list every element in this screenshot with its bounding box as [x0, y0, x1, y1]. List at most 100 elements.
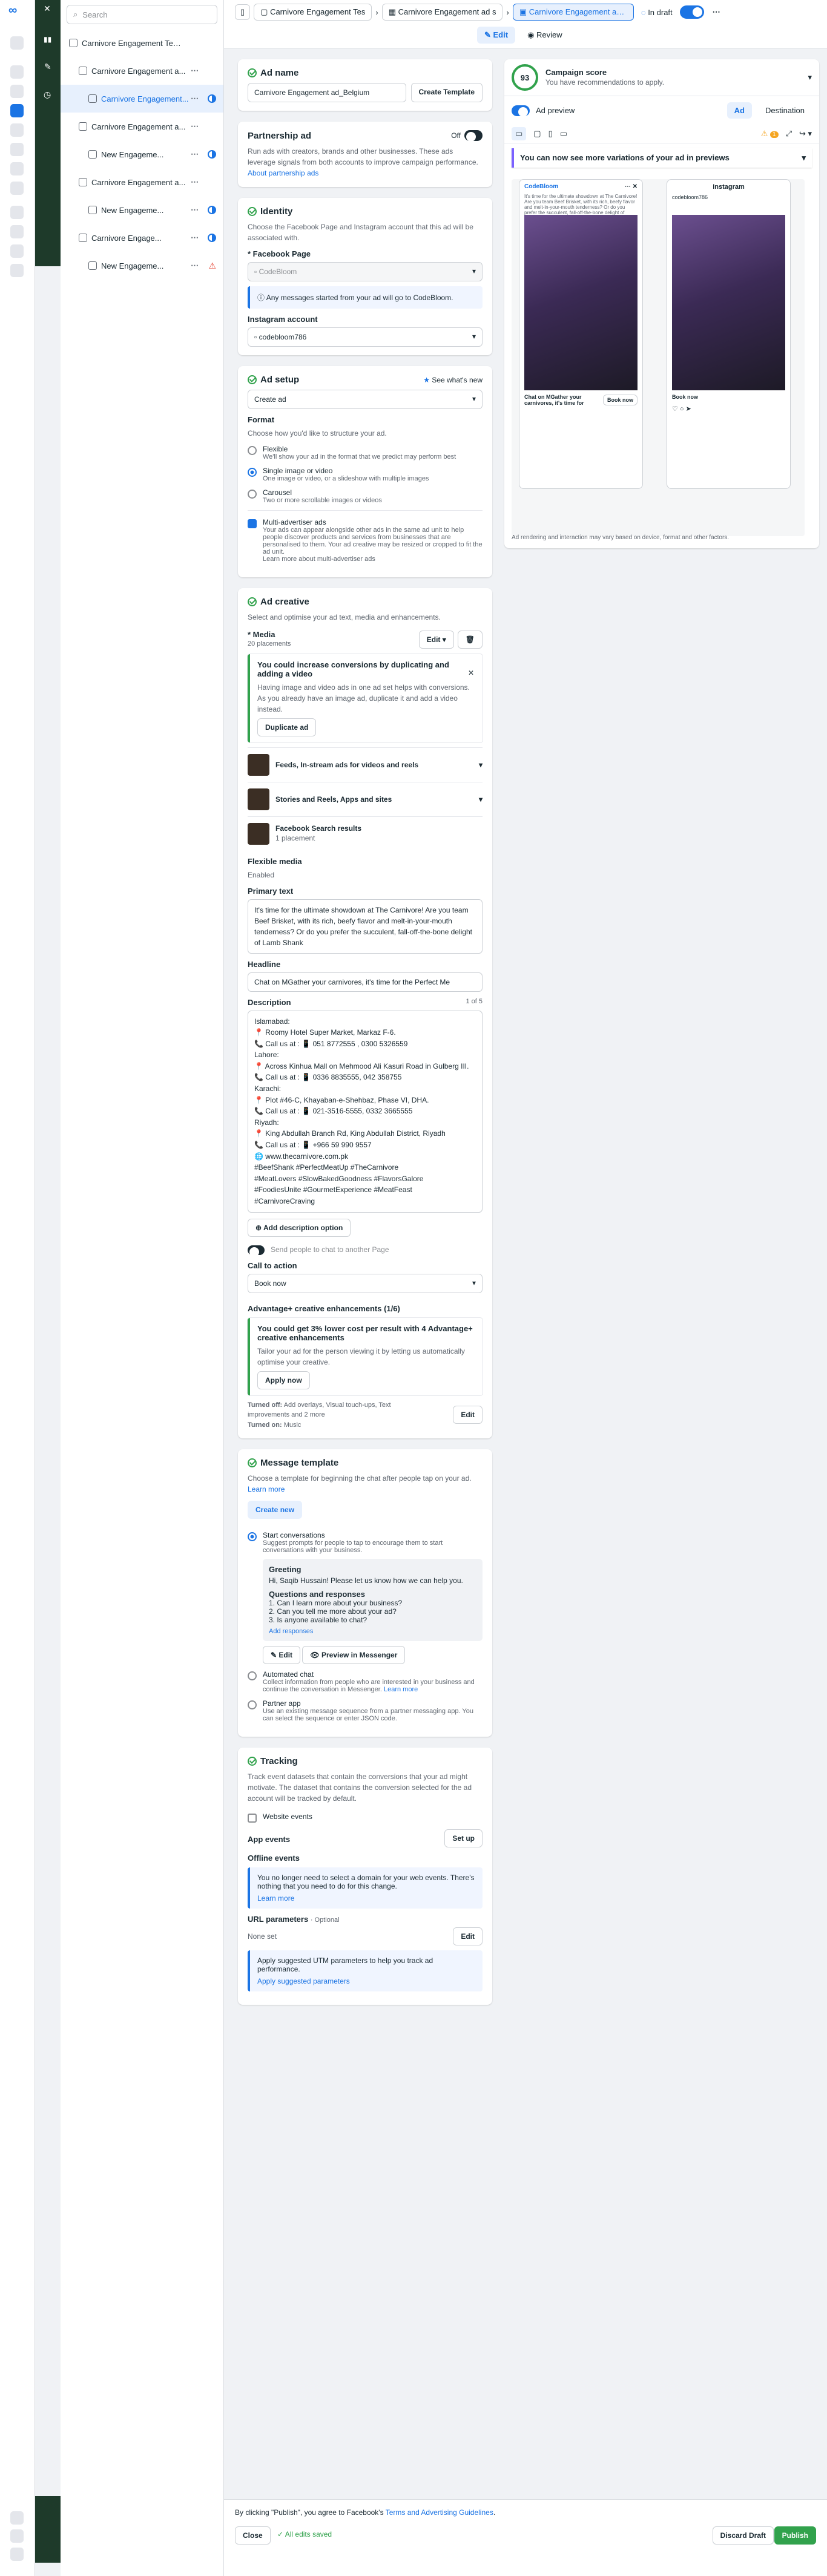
- delete-media-icon[interactable]: 🗑: [457, 630, 483, 649]
- automated-chat-option[interactable]: Automated chat Collect information from p…: [248, 1670, 483, 1693]
- share-icon[interactable]: ↪ ▾: [799, 129, 812, 139]
- audiences-icon[interactable]: [10, 143, 24, 156]
- setup-button[interactable]: Set up: [444, 1829, 483, 1847]
- format-option[interactable]: Flexible We'll show your ad in the format…: [248, 445, 483, 460]
- whats-new-link[interactable]: ★ See what's new: [423, 376, 483, 384]
- close-icon[interactable]: ✕: [44, 4, 51, 14]
- headline-input[interactable]: Chat on MGather your carnivores, it's ti…: [248, 972, 483, 992]
- more-options-icon[interactable]: ⋯: [191, 122, 199, 131]
- feed-view-icon[interactable]: ▭: [512, 127, 527, 140]
- start-conversations-radio[interactable]: [248, 1532, 257, 1542]
- primary-text-input[interactable]: It's time for the ultimate showdown at T…: [248, 899, 483, 954]
- multi-advertiser-option[interactable]: Multi-advertiser ads Your ads can appear…: [248, 510, 483, 563]
- placement-row[interactable]: Feeds, In-stream ads for videos and reel…: [248, 747, 483, 782]
- chevron-down-icon[interactable]: ▾: [808, 73, 812, 82]
- breadcrumb-campaign[interactable]: ▢ Carnivore Engagement Tes: [254, 4, 372, 21]
- tree-row[interactable]: Carnivore Engagement... ⋯: [61, 85, 223, 113]
- help-icon[interactable]: [10, 206, 24, 219]
- help-rail-icon[interactable]: [10, 2529, 24, 2543]
- ad-status-toggle[interactable]: [679, 5, 704, 19]
- chevron-down-icon[interactable]: ▾: [479, 761, 483, 769]
- format-radio[interactable]: [248, 468, 257, 477]
- duplicate-ad-button[interactable]: Duplicate ad: [257, 718, 317, 736]
- search-box[interactable]: ⌕ Search: [67, 5, 217, 24]
- partner-app-option[interactable]: Partner app Use an existing message seque…: [248, 1699, 483, 1722]
- pages-icon[interactable]: [10, 123, 24, 137]
- tree-row[interactable]: Carnivore Engagement Test...: [61, 29, 223, 57]
- warning-icon[interactable]: ⚠ 1: [761, 129, 779, 139]
- history-icon[interactable]: ◷: [44, 90, 51, 100]
- mobile-view-icon[interactable]: ▯: [549, 129, 553, 139]
- apply-now-button[interactable]: Apply now: [257, 1371, 310, 1389]
- more-options-icon[interactable]: ⋯: [191, 261, 199, 270]
- create-ad-select[interactable]: Create ad: [248, 390, 483, 409]
- search-input[interactable]: Search: [82, 10, 107, 19]
- domain-notice-link[interactable]: Learn more: [257, 1894, 475, 1903]
- format-option[interactable]: Carousel Two or more scrollable images or…: [248, 488, 483, 504]
- tree-row[interactable]: New Engageme... ⋯: [61, 140, 223, 168]
- instagram-select[interactable]: ▫ codebloom786: [248, 327, 483, 347]
- account-avatar-icon[interactable]: [10, 36, 24, 50]
- more-options-icon[interactable]: ⋯: [713, 7, 720, 17]
- partner-app-radio[interactable]: [248, 1700, 257, 1710]
- cta-select[interactable]: Book now: [248, 1273, 483, 1293]
- chart-icon[interactable]: ▮▮: [44, 35, 51, 44]
- breadcrumb-ad[interactable]: ▣ Carnivore Engagement ad B: [512, 4, 634, 21]
- edit-pencil-icon[interactable]: ✎: [44, 62, 51, 72]
- message-learn-more-link[interactable]: Learn more: [248, 1485, 285, 1493]
- grid-menu-icon[interactable]: [10, 225, 24, 238]
- discard-draft-button[interactable]: Discard Draft: [712, 2526, 774, 2545]
- expand-icon[interactable]: ⤢: [786, 129, 792, 139]
- website-events-option[interactable]: Website events: [248, 1812, 483, 1823]
- more-options-icon[interactable]: ⋯: [191, 205, 199, 215]
- tree-row[interactable]: Carnivore Engagement a... ⋯: [61, 168, 223, 196]
- apply-parameters-link[interactable]: Apply suggested parameters: [257, 1977, 475, 1985]
- partnership-link[interactable]: About partnership ads: [248, 168, 483, 179]
- placement-row[interactable]: Stories and Reels, Apps and sites ▾: [248, 781, 483, 816]
- format-radio[interactable]: [248, 446, 257, 455]
- create-new-button[interactable]: Create new: [248, 1501, 303, 1519]
- sidebar-toggle-icon[interactable]: ▯: [235, 4, 251, 20]
- ad-name-input[interactable]: Carnivore Engagement ad_Belgium: [248, 83, 406, 102]
- placement-row[interactable]: Facebook Search results 1 placement: [248, 816, 483, 851]
- more-options-icon[interactable]: ⋯: [191, 66, 199, 76]
- add-description-button[interactable]: ⊕ Add description option: [248, 1218, 351, 1237]
- publish-button[interactable]: Publish: [774, 2526, 816, 2545]
- enhancements-edit-button[interactable]: Edit: [453, 1406, 483, 1424]
- home-icon[interactable]: [10, 65, 24, 79]
- multi-advertiser-checkbox[interactable]: [248, 519, 257, 528]
- bug-report-icon[interactable]: [10, 264, 24, 277]
- more-options-icon[interactable]: ⋯: [191, 177, 199, 187]
- ads-manager-icon[interactable]: [10, 104, 24, 117]
- meta-logo-icon[interactable]: ∞: [8, 4, 17, 18]
- send-people-option[interactable]: Send people to chat to another Page: [248, 1245, 483, 1257]
- close-button[interactable]: Close: [235, 2526, 271, 2545]
- settings-icon[interactable]: [10, 244, 24, 258]
- start-conversations-option[interactable]: Start conversations Suggest prompts for p…: [248, 1531, 483, 1665]
- square-view-icon[interactable]: ▢: [533, 129, 541, 139]
- media-edit-button[interactable]: Edit ▾: [418, 630, 454, 649]
- chevron-down-icon[interactable]: ▾: [802, 153, 806, 163]
- automated-chat-link[interactable]: Learn more: [384, 1686, 418, 1693]
- tab-destination[interactable]: Destination: [758, 102, 812, 119]
- ad-preview-toggle[interactable]: [512, 105, 530, 117]
- url-params-edit-button[interactable]: Edit: [453, 1927, 483, 1946]
- add-responses-link[interactable]: Add responses: [269, 1628, 476, 1635]
- tree-row[interactable]: New Engageme... ⋯: [61, 196, 223, 224]
- desktop-view-icon[interactable]: ▭: [560, 129, 567, 139]
- partnership-toggle[interactable]: [464, 130, 483, 142]
- multi-advertiser-link[interactable]: Learn more about multi-advertiser ads: [263, 556, 483, 563]
- tab-edit[interactable]: ✎ Edit: [477, 27, 516, 44]
- more-options-icon[interactable]: ⋯: [191, 94, 199, 103]
- close-icon[interactable]: ✕: [468, 669, 474, 677]
- tree-row[interactable]: Carnivore Engage... ⋯: [61, 224, 223, 252]
- tab-ad[interactable]: Ad: [727, 102, 752, 119]
- events-icon[interactable]: [10, 182, 24, 195]
- tree-row[interactable]: New Engageme... ⋯ ⚠: [61, 252, 223, 280]
- send-people-toggle[interactable]: [248, 1245, 265, 1257]
- notifications-icon[interactable]: [10, 85, 24, 98]
- chevron-down-icon[interactable]: ▾: [479, 795, 483, 804]
- search-rail-icon[interactable]: [10, 2511, 24, 2525]
- create-template-button[interactable]: Create Template: [410, 83, 483, 102]
- tab-review[interactable]: ◉ Review: [520, 27, 570, 44]
